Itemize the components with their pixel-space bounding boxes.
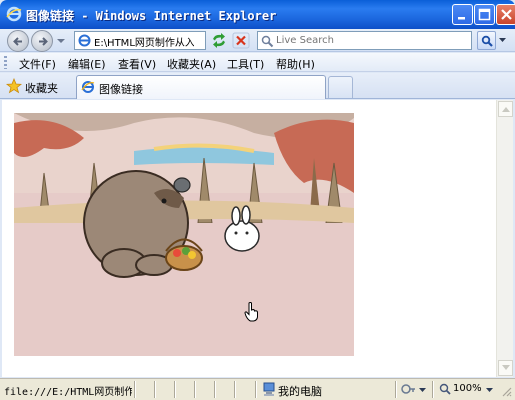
close-button[interactable] — [496, 4, 515, 25]
scroll-up-button[interactable] — [498, 101, 513, 117]
maximize-icon — [478, 8, 491, 21]
close-icon — [501, 9, 512, 20]
menu-help[interactable]: 帮助(H) — [276, 56, 315, 72]
security-zone[interactable]: 我的电脑 — [278, 383, 322, 399]
ie-page-icon — [81, 81, 95, 93]
maximize-button[interactable] — [474, 4, 495, 25]
status-url: file:///E:/HTML网页制作从 — [4, 387, 132, 398]
menu-edit[interactable]: 编辑(E) — [68, 56, 106, 72]
scroll-down-button[interactable] — [498, 360, 513, 376]
status-divider — [214, 381, 215, 398]
status-divider — [234, 381, 235, 398]
status-divider — [395, 381, 396, 398]
ie-logo-icon — [6, 6, 22, 22]
toolbar-grip[interactable] — [4, 56, 7, 69]
menu-file[interactable]: 文件(F) — [19, 56, 56, 72]
search-input[interactable] — [276, 33, 466, 48]
status-divider — [255, 381, 256, 398]
status-divider — [154, 381, 155, 398]
status-divider — [174, 381, 175, 398]
history-dropdown-icon[interactable] — [56, 36, 66, 46]
address-text: E:\HTML网页制作从入 — [94, 38, 194, 49]
status-divider — [432, 381, 433, 398]
vertical-scrollbar[interactable] — [496, 100, 513, 377]
chevron-down-icon[interactable] — [419, 388, 426, 393]
live-search-icon — [261, 35, 274, 48]
search-icon — [481, 35, 493, 47]
address-field[interactable]: E:\HTML网页制作从入 — [74, 31, 279, 50]
search-button[interactable] — [477, 31, 496, 50]
status-divider — [134, 381, 135, 398]
menu-tools[interactable]: 工具(T) — [227, 56, 264, 72]
new-tab-button[interactable] — [328, 76, 353, 98]
menu-view[interactable]: 查看(V) — [118, 56, 156, 72]
status-divider — [194, 381, 195, 398]
stop-icon[interactable] — [232, 32, 250, 49]
cartoon-image-link[interactable] — [14, 113, 354, 356]
zoom-icon — [439, 383, 451, 395]
menu-bar: 文件(F) 编辑(E) 查看(V) 收藏夹(A) 工具(T) 帮助(H) — [0, 53, 515, 72]
protected-mode-icon[interactable] — [401, 383, 417, 397]
tab-label: 图像链接 — [99, 83, 143, 96]
back-button[interactable] — [7, 30, 29, 52]
resize-grip-icon[interactable] — [500, 385, 512, 397]
chevron-down-icon[interactable] — [486, 388, 493, 393]
zoom-level[interactable]: 100% — [453, 383, 482, 394]
window-title: 图像链接 - Windows Internet Explorer — [26, 9, 277, 23]
title-bar[interactable]: 图像链接 - Windows Internet Explorer — [0, 0, 515, 29]
back-icon — [13, 37, 22, 46]
search-field[interactable] — [257, 31, 472, 50]
cartoon-illustration — [14, 113, 354, 356]
computer-icon — [263, 382, 275, 396]
star-icon — [6, 78, 22, 94]
tab-row: 收藏夹 图像链接 — [0, 73, 515, 99]
minimize-icon — [458, 17, 465, 20]
address-toolbar: E:\HTML网页制作从入 — [0, 29, 515, 52]
forward-icon — [39, 37, 48, 46]
refresh-icon[interactable] — [210, 32, 228, 49]
favorites-label: 收藏夹 — [25, 82, 58, 95]
forward-button[interactable] — [31, 30, 53, 52]
search-options-icon[interactable] — [498, 37, 507, 45]
chevron-down-icon — [502, 365, 510, 370]
tab-image-link[interactable]: 图像链接 — [76, 75, 326, 99]
menu-favorites[interactable]: 收藏夹(A) — [167, 56, 216, 72]
page-content — [2, 100, 496, 377]
page-icon — [78, 34, 91, 47]
chevron-up-icon — [502, 107, 510, 112]
status-bar: file:///E:/HTML网页制作从 我的电脑 100% — [0, 378, 515, 400]
hand-cursor-icon — [244, 302, 258, 322]
minimize-button[interactable] — [452, 4, 473, 25]
